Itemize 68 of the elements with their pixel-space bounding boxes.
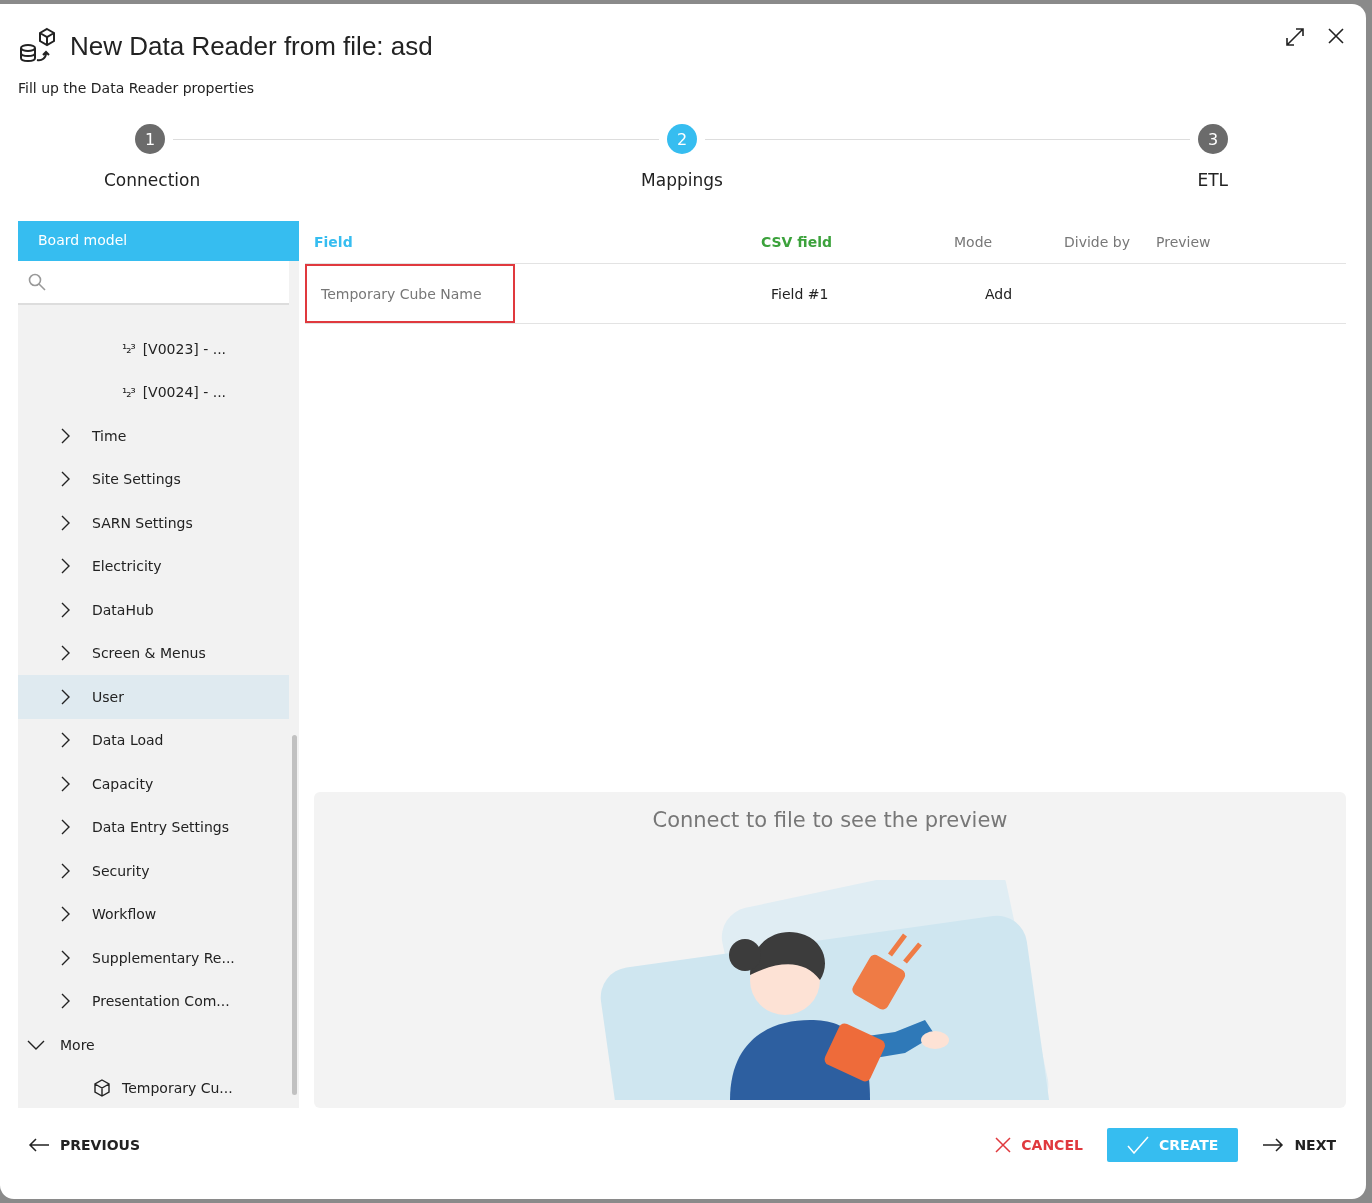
search-field[interactable] [18, 261, 289, 305]
check-icon [1126, 1136, 1149, 1154]
tree-item-label: Site Settings [92, 471, 181, 488]
tree-item-label: Workflow [92, 906, 157, 923]
left-arrow-icon [28, 1138, 50, 1152]
column-header: CSV field [761, 234, 834, 250]
tree-item[interactable]: DataHub [18, 588, 289, 632]
tree-item[interactable]: Capacity [18, 762, 289, 806]
tree-item-label: Security [92, 862, 150, 879]
number-icon: ¹₂³ [122, 341, 135, 357]
tree-item-label: More [60, 1036, 95, 1053]
scrollbar-thumb[interactable] [292, 735, 297, 1095]
number-icon: ¹₂³ [122, 384, 135, 400]
panel-header: Board model [18, 221, 299, 261]
tree-item-label: Screen & Menus [92, 645, 206, 662]
tree-item[interactable]: Time [18, 414, 289, 458]
tree-item-label: Time [92, 427, 127, 444]
dialog-subtitle: Fill up the Data Reader properties [18, 80, 256, 96]
table-cell-text: Field #1 [770, 285, 830, 302]
tree-item-label: Data Load [92, 732, 164, 749]
tree-item[interactable]: ¹₂³ [V0024] - ... [18, 370, 289, 414]
right-arrow-icon [1262, 1138, 1285, 1152]
close-icon[interactable] [1326, 26, 1346, 46]
tree-item-label: [V0024] - ... [142, 384, 227, 401]
tree-item[interactable]: ¹₂³ [V0023] - ... [18, 327, 289, 371]
tree-item[interactable]: Screen & Menus [18, 631, 289, 675]
dialog-title: New Data Reader from file: asd [70, 30, 433, 62]
tree-item-label: Data Entry Settings [92, 819, 229, 836]
column-header: Divide by [1063, 234, 1131, 250]
column-header: Mode [953, 234, 994, 250]
close-icon [995, 1137, 1012, 1153]
tree-item[interactable]: Site Settings [18, 457, 289, 501]
tree-item[interactable]: Supplementary Re... [18, 936, 289, 980]
tree-item[interactable]: Security [18, 849, 289, 893]
step-label: Connection [104, 170, 201, 190]
tree-item-label: User [92, 688, 124, 705]
tree-item[interactable]: More [18, 1023, 289, 1067]
tree-item-label: Electricity [92, 558, 162, 575]
next-button[interactable]: NEXT [1252, 1129, 1346, 1161]
tree-item[interactable]: Presentation Com... [18, 979, 289, 1023]
maximize-icon[interactable] [1284, 26, 1306, 48]
tree-item[interactable]: Data Entry Settings [18, 805, 289, 849]
previous-button[interactable]: PREVIOUS [18, 1129, 150, 1161]
step-label: ETL [1197, 170, 1228, 190]
table-cell[interactable]: Temporary Cube Name [305, 264, 515, 323]
tree-item-label: Supplementary Re... [92, 949, 235, 966]
tree-item[interactable]: Temporary Cu... [18, 1066, 289, 1108]
step-number[interactable]: 3 [1198, 124, 1228, 154]
tree-item[interactable]: User [18, 675, 289, 719]
cube-icon [92, 1078, 112, 1099]
tree-item-label: SARN Settings [92, 514, 193, 531]
step-label: Mappings [641, 170, 723, 190]
search-icon [28, 273, 46, 291]
tree-item-label: Capacity [92, 775, 154, 792]
step-number[interactable]: 1 [135, 124, 165, 154]
preview-message: Connect to file to see the preview [652, 808, 1008, 832]
tree-item-label: Presentation Com... [92, 993, 230, 1010]
tree-item[interactable]: Electricity [18, 544, 289, 588]
column-header: Preview [1155, 234, 1212, 250]
tree-item[interactable]: Data Load [18, 718, 289, 762]
table-cell-text: Add [984, 285, 1014, 302]
column-header: Field [313, 234, 354, 250]
tree-item-label: Temporary Cu... [122, 1080, 233, 1097]
tree-item[interactable]: SARN Settings [18, 501, 289, 545]
cancel-button[interactable]: CANCEL [985, 1129, 1093, 1161]
tree-item[interactable]: Workflow [18, 892, 289, 936]
tree-item-label: [V0023] - ... [142, 340, 227, 357]
tree-item-label: DataHub [92, 601, 154, 618]
